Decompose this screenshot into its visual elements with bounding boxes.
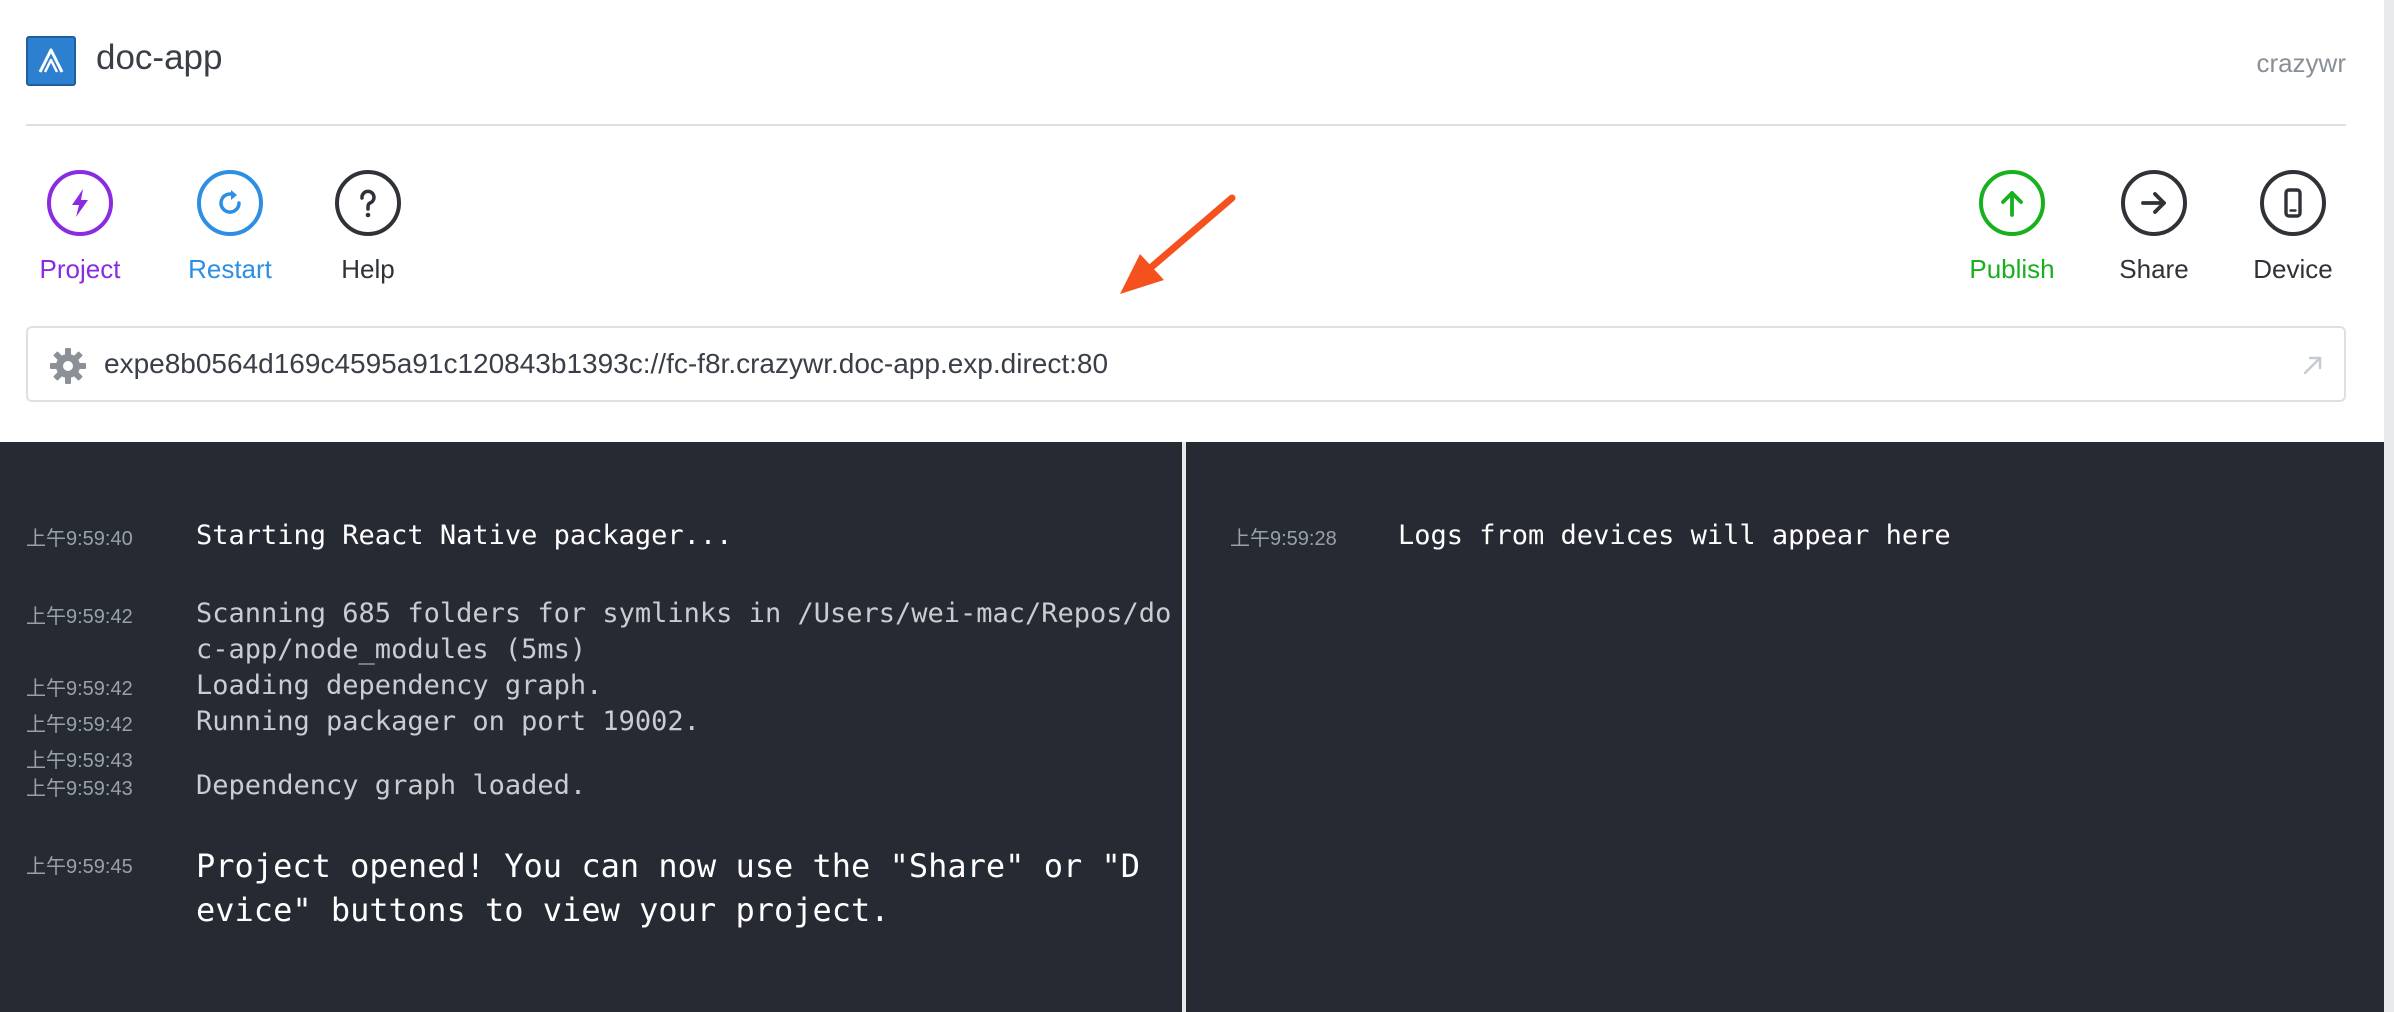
log-timestamp: 上午9:59:42	[26, 606, 133, 628]
device-log-panel[interactable]: 上午9:59:28 Logs from devices will appear …	[1186, 442, 2394, 1012]
phone-icon	[2260, 170, 2326, 236]
annotation-arrow-icon	[1120, 194, 1236, 294]
log-timestamp: 上午9:59:43	[26, 778, 133, 800]
window-edge	[2384, 0, 2394, 1012]
device-button[interactable]: Device	[2223, 170, 2363, 285]
log-timestamp: 上午9:59:42	[26, 714, 133, 736]
publish-button-label: Publish	[1969, 254, 2055, 284]
restart-button-label: Restart	[188, 254, 272, 284]
log-timestamp: 上午9:59:42	[26, 678, 133, 700]
gear-icon[interactable]	[48, 346, 88, 386]
help-button-label: Help	[341, 254, 395, 284]
lightning-icon	[47, 170, 113, 236]
log-timestamp: 上午9:59:40	[26, 528, 133, 550]
log-message: Project opened! You can now use the "Sha…	[196, 847, 1141, 929]
upload-arrow-icon	[1979, 170, 2045, 236]
expo-logo-icon	[26, 36, 76, 86]
device-button-label: Device	[2253, 254, 2333, 284]
header-divider	[26, 124, 2346, 126]
app-header: doc-app crazywr	[0, 0, 2394, 126]
log-timestamp: 上午9:59:28	[1230, 528, 1337, 550]
publish-button[interactable]: Publish	[1942, 170, 2082, 285]
log-timestamp: 上午9:59:43	[26, 750, 133, 772]
logs-area: 上午9:59:40 Starting React Native packager…	[0, 442, 2394, 1012]
question-icon	[335, 170, 401, 236]
restart-button[interactable]: Restart	[160, 170, 300, 285]
help-button[interactable]: Help	[298, 170, 438, 285]
project-url-field[interactable]: expe8b0564d169c4595a91c120843b1393c://fc…	[26, 326, 2346, 402]
username[interactable]: crazywr	[2256, 48, 2346, 79]
restart-icon	[197, 170, 263, 236]
arrow-right-icon	[2121, 170, 2187, 236]
log-message: Starting React Native packager...	[196, 520, 733, 551]
log-message: Loading dependency graph.	[196, 670, 603, 701]
external-link-icon[interactable]	[2298, 350, 2328, 380]
project-button-label: Project	[39, 254, 121, 284]
share-button[interactable]: Share	[2084, 170, 2224, 285]
app-title: doc-app	[96, 38, 223, 77]
project-button[interactable]: Project	[10, 170, 150, 285]
log-message: Scanning 685 folders for symlinks in /Us…	[196, 598, 1172, 665]
log-message: Dependency graph loaded.	[196, 770, 587, 801]
log-message: Logs from devices will appear here	[1398, 520, 1951, 551]
packager-log-panel[interactable]: 上午9:59:40 Starting React Native packager…	[0, 442, 1182, 1012]
project-url-text[interactable]: expe8b0564d169c4595a91c120843b1393c://fc…	[104, 348, 1108, 380]
share-button-label: Share	[2119, 254, 2189, 284]
log-message: Running packager on port 19002.	[196, 706, 700, 737]
log-timestamp: 上午9:59:45	[26, 856, 133, 878]
